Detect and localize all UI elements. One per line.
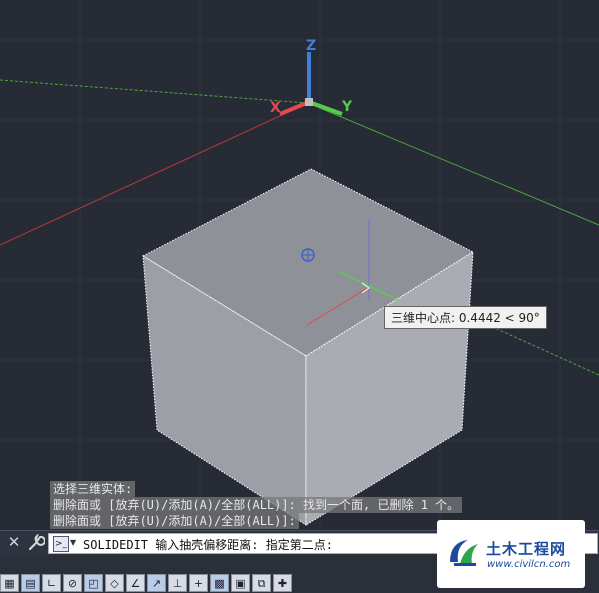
ucs-icon [279,52,343,116]
history-line: 选择三维实体: [50,481,136,497]
site-logo-icon [450,540,478,566]
quick-properties-icon[interactable]: ▣ [231,574,250,592]
ucs-z-label: Z [306,38,316,54]
model-space-icon[interactable]: ▦ [0,574,19,592]
command-prompt-icon[interactable]: >_ [53,536,69,552]
watermark-url: www.civilcn.com [487,559,571,570]
ucs-x-label: X [270,100,281,116]
selection-cycling-icon[interactable]: ⧉ [252,574,271,592]
ortho-mode-icon[interactable]: ∟ [42,574,61,592]
dynamic-input-icon[interactable]: ⊥ [168,574,187,592]
object-snap-icon[interactable]: ◰ [84,574,103,592]
history-line: 删除面或 [放弃(U)/添加(A)/全部(ALL)]: [50,513,299,529]
drawing-canvas[interactable]: Z X Y [0,0,599,530]
grid-display-icon[interactable]: ▤ [21,574,40,592]
watermark-logo: 土木工程网 www.civilcn.com [437,520,585,588]
polar-tracking-icon[interactable]: ⊘ [63,574,82,592]
dynamic-input-tooltip: 三维中心点: 0.4442 < 90° [384,306,547,329]
dynamic-ucs-icon[interactable]: ↗ [147,574,166,592]
world-y-axis-line [0,79,309,104]
ucs-y-label: Y [341,99,353,115]
status-toggle-group: ▦ ▤ ∟ ⊘ ◰ ◇ ∠ ↗ ⊥ + ▩ ▣ ⧉ ✚ [0,574,294,593]
lineweight-icon[interactable]: + [189,574,208,592]
close-icon[interactable]: ✕ [6,534,22,550]
watermark-title: 土木工程网 [486,540,567,558]
transparency-icon[interactable]: ▩ [210,574,229,592]
gizmo-icon[interactable]: ✚ [273,574,292,592]
wrench-icon[interactable] [27,534,45,552]
command-text: SOLIDEDIT 输入抽壳偏移距离: 指定第二点: [83,538,333,552]
command-history: 选择三维实体: 删除面或 [放弃(U)/添加(A)/全部(ALL)]: 找到一个… [50,481,463,529]
chevron-down-icon[interactable]: ▼ [70,538,76,547]
object-snap-tracking-icon[interactable]: ∠ [126,574,145,592]
model-viewport[interactable]: Z X Y 三维中心点: 0.4442 < 90° 选择三维实体: 删除面或 [… [0,0,599,530]
3d-object-snap-icon[interactable]: ◇ [105,574,124,592]
history-line: 删除面或 [放弃(U)/添加(A)/全部(ALL)]: 找到一个面, 已删除 1… [50,497,463,513]
